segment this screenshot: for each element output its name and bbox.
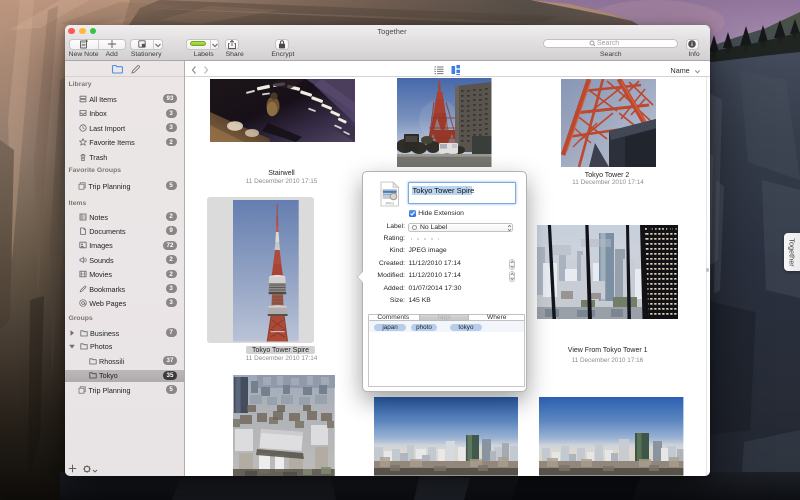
svg-text:JPEG: JPEG [386, 201, 395, 205]
